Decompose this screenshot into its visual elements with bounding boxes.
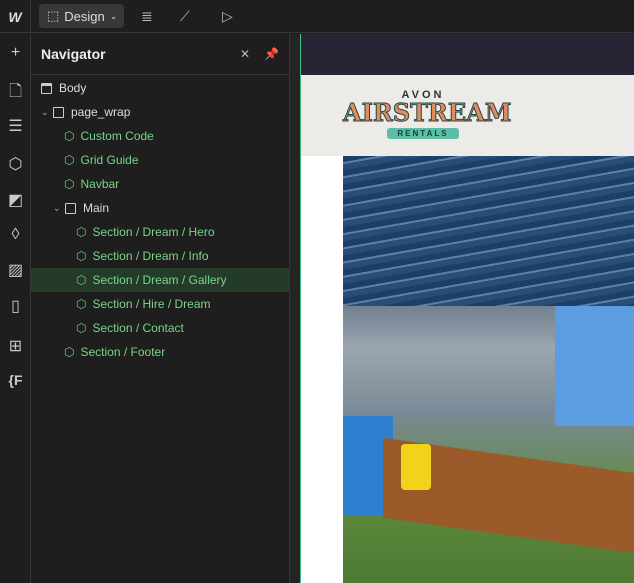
nav-item-custom-code[interactable]: ⬡ Custom Code bbox=[31, 124, 289, 148]
cms-icon[interactable]: ▯ bbox=[0, 296, 31, 316]
left-toolbar: + 🗋 ☰ ⬡ ◩ ◊ ▨ ▯ ⊞ {F bbox=[0, 34, 31, 583]
component-icon: ⬡ bbox=[64, 177, 75, 191]
nav-item-dream-info[interactable]: ⬡ Section / Dream / Info bbox=[31, 244, 289, 268]
nav-item-body[interactable]: Body bbox=[31, 76, 289, 100]
chevron-down-icon: ⌄ bbox=[109, 10, 118, 21]
pages-icon[interactable]: 🗋 bbox=[0, 80, 31, 107]
chevron-down-icon[interactable]: ⌄ bbox=[41, 107, 49, 118]
div-icon bbox=[65, 202, 76, 214]
component-icon: ⬡ bbox=[64, 345, 75, 359]
nav-item-page-wrap[interactable]: ⌄ page_wrap bbox=[31, 100, 289, 124]
component-icon: ⬡ bbox=[76, 225, 87, 239]
assets-icon[interactable]: ▨ bbox=[0, 260, 31, 280]
component-icon: ⬡ bbox=[76, 321, 87, 335]
top-bar: W ⬚ Design ⌄ ≣ ⟋ ▷ bbox=[0, 0, 634, 33]
item-label: Section / Hire / Dream bbox=[92, 297, 211, 311]
navigator-panel: Navigator ✕ 📌 Body ⌄ page_wrap ⬡ Custom Cod… bbox=[31, 34, 290, 583]
item-label: Section / Dream / Hero bbox=[92, 225, 215, 239]
item-label: Custom Code bbox=[80, 129, 154, 143]
sky bbox=[555, 306, 634, 426]
component-icon: ⬡ bbox=[76, 297, 87, 311]
nav-item-grid-guide[interactable]: ⬡ Grid Guide bbox=[31, 148, 289, 172]
brand-sub: RENTALS bbox=[387, 128, 459, 139]
apps-icon[interactable]: ⊞ bbox=[0, 336, 31, 356]
body-icon bbox=[41, 82, 52, 94]
code-icon[interactable]: {F bbox=[0, 372, 31, 388]
navigator-icon[interactable]: ☰ bbox=[0, 116, 31, 136]
nav-item-dream-gallery[interactable]: ⬡ Section / Dream / Gallery bbox=[31, 268, 289, 292]
nav-item-footer[interactable]: ⬡ Section / Footer bbox=[31, 340, 289, 364]
styles-icon[interactable]: ◩ bbox=[0, 190, 31, 210]
nav-item-contact[interactable]: ⬡ Section / Contact bbox=[31, 316, 289, 340]
item-label: Section / Footer bbox=[80, 345, 166, 359]
item-label: Grid Guide bbox=[80, 153, 139, 167]
nav-item-main[interactable]: ⌄ Main bbox=[31, 196, 289, 220]
gallery-photo bbox=[343, 156, 634, 583]
item-label: Body bbox=[59, 81, 87, 95]
nav-item-dream-hero[interactable]: ⬡ Section / Dream / Hero bbox=[31, 220, 289, 244]
item-label: Section / Dream / Gallery bbox=[92, 273, 227, 287]
design-mode-button[interactable]: ⬚ Design ⌄ bbox=[39, 4, 124, 28]
database-icon[interactable]: ≣ bbox=[141, 8, 153, 25]
component-icon: ⬡ bbox=[76, 249, 87, 263]
item-label: Section / Contact bbox=[92, 321, 184, 335]
component-icon: ⬡ bbox=[64, 129, 75, 143]
component-icon: ⬡ bbox=[64, 153, 75, 167]
item-label: Navbar bbox=[80, 177, 120, 191]
collapse-icon[interactable]: ✕ bbox=[240, 47, 250, 61]
awning bbox=[343, 156, 634, 306]
brand-logo: AVON AIRSTREAM RENTALS bbox=[343, 89, 512, 139]
preview-play-icon[interactable]: ▷ bbox=[222, 8, 233, 25]
design-canvas[interactable]: AVON AIRSTREAM RENTALS bbox=[300, 34, 634, 583]
item-label: Main bbox=[83, 201, 110, 215]
webflow-logo[interactable]: W bbox=[0, 0, 31, 33]
design-label: Design bbox=[64, 8, 105, 24]
nav-item-hire-dream[interactable]: ⬡ Section / Hire / Dream bbox=[31, 292, 289, 316]
add-icon[interactable]: + bbox=[0, 44, 31, 62]
component-icon: ⬡ bbox=[76, 273, 87, 287]
chevron-down-icon[interactable]: ⌄ bbox=[53, 203, 61, 214]
panel-scrollbar[interactable] bbox=[290, 34, 300, 583]
item-label: page_wrap bbox=[71, 105, 131, 119]
item-label: Section / Dream / Info bbox=[92, 249, 209, 263]
div-icon bbox=[53, 106, 64, 118]
cursor-icon: ⬚ bbox=[47, 8, 60, 23]
yellow-mug bbox=[401, 444, 431, 490]
components-icon[interactable]: ⬡ bbox=[0, 154, 31, 174]
brand-main: AIRSTREAM bbox=[343, 98, 512, 127]
panel-title: Navigator bbox=[41, 46, 106, 62]
site-header: AVON AIRSTREAM RENTALS bbox=[301, 75, 634, 156]
variables-icon[interactable]: ◊ bbox=[0, 226, 31, 244]
canvas-topstrip bbox=[301, 34, 634, 75]
nav-item-navbar[interactable]: ⬡ Navbar bbox=[31, 172, 289, 196]
analytics-icon[interactable]: ⟋ bbox=[180, 8, 190, 25]
pin-icon[interactable]: 📌 bbox=[264, 47, 279, 61]
